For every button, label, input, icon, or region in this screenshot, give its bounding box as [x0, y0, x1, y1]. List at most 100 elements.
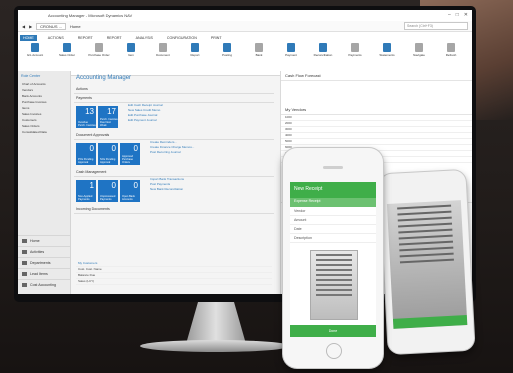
link[interactable]: Post Recurring Journal [150, 150, 194, 155]
section-cash[interactable]: Cash Management [74, 168, 274, 177]
table-row[interactable]: Sales (LCY) [76, 279, 272, 285]
tile-invoices-due[interactable]: 17 Purch. Invoices Due Next Week [98, 106, 118, 128]
field-date[interactable]: Date [290, 225, 376, 234]
ribbon-button[interactable]: G/L Account [24, 43, 46, 73]
link[interactable]: Edit Payment Journal [128, 118, 163, 123]
window-titlebar: Accounting Manager - Microsoft Dynamics … [18, 10, 472, 21]
ribbon-button[interactable]: Bank [248, 43, 270, 73]
phone-screen: New Receipt Expense Receipt Vendor Amoun… [290, 182, 376, 337]
document-icon [159, 43, 167, 52]
field-description[interactable]: Description [290, 234, 376, 243]
tile-overdue-invoices[interactable]: 13 Overdue Purch. Invoices [76, 106, 96, 128]
document-icon [255, 43, 263, 52]
phone-front: New Receipt Expense Receipt Vendor Amoun… [283, 148, 383, 368]
nav-lead-items[interactable]: Lead Items [18, 268, 70, 279]
home-crumb[interactable]: Home [70, 24, 81, 29]
field-vendor[interactable]: Vendor [290, 207, 376, 216]
company-selector[interactable]: CRONUS ... [36, 22, 66, 30]
receipt-image[interactable] [310, 250, 358, 320]
departments-icon [22, 261, 27, 265]
document-icon [383, 43, 391, 52]
ribbon-button[interactable]: Payment [280, 43, 302, 73]
tile-pos-pending[interactable]: 0 POs Pending Approval [76, 143, 96, 165]
phone-back [379, 169, 475, 355]
ribbon-button[interactable]: Posting [216, 43, 238, 73]
customers-table: My Customers Cust. Cust. Name Balance Du… [76, 261, 272, 285]
ribbon-button[interactable]: Document [152, 43, 174, 73]
phone-subheader: Expense Receipt [290, 198, 376, 207]
panel-title[interactable]: Cash Flow Forecast [281, 71, 472, 81]
tile-unprocessed[interactable]: 0 Unprocessed Payments [98, 180, 118, 202]
close-icon[interactable]: ✕ [464, 12, 468, 18]
tab-analysis[interactable]: ANALYSIS [133, 35, 156, 41]
monitor-base [140, 340, 290, 352]
nav-home[interactable]: Home [18, 235, 70, 246]
document-icon [127, 43, 135, 52]
panel-title[interactable]: My Vendors [281, 105, 472, 115]
sidebar: Role Center Chart of Accounts Vendors Ba… [18, 71, 71, 294]
phone-header: New Receipt [290, 182, 376, 198]
tab-report-2[interactable]: REPORT [104, 35, 125, 41]
section-approvals[interactable]: Document Approvals [74, 131, 274, 140]
home-icon [22, 239, 27, 243]
section-incoming[interactable]: Incoming Documents [74, 205, 274, 214]
ribbon-button[interactable]: Navigate [408, 43, 430, 73]
tab-print[interactable]: PRINT [208, 35, 225, 41]
cost-icon [22, 283, 27, 287]
address-bar: ◀ ▶ CRONUS ... Home Search (Ctrl+F3) [18, 21, 472, 32]
document-icon [351, 43, 359, 52]
camera-bar[interactable] [392, 314, 468, 329]
done-button[interactable]: Done [290, 325, 376, 337]
document-icon [319, 43, 327, 52]
sidebar-header[interactable]: Role Center [18, 71, 70, 81]
payments-tiles: 13 Overdue Purch. Invoices 17 Purch. Invoi… [74, 103, 120, 131]
tab-home[interactable]: HOME [20, 35, 37, 41]
receipt-form: Vendor Amount Date Description [290, 207, 376, 243]
section-payments[interactable]: Payments [74, 94, 274, 103]
receipt-photo [386, 200, 468, 329]
tile-open-bank[interactable]: 0 Open Bank Accounts [120, 180, 140, 202]
cash-tiles: 1 Non-Applied Payments 0 Unprocessed Payme… [74, 177, 142, 205]
ribbon-button[interactable]: Reconciliation [312, 43, 334, 73]
tab-actions[interactable]: ACTIONS [45, 35, 67, 41]
cash-links: Import Bank Transactions Post Payments N… [142, 177, 184, 192]
ribbon-button[interactable]: Refresh [440, 43, 462, 73]
nav-cost-accounting[interactable]: Cost Accounting [18, 279, 70, 290]
tab-configuration[interactable]: CONFIGURATION [164, 35, 200, 41]
approval-tiles: 0 POs Pending Approval 0 SOs Pending Appro… [74, 140, 142, 168]
ribbon-tabs: HOME ACTIONS REPORT REPORT ANALYSIS CONF… [18, 32, 472, 41]
maximize-icon[interactable]: □ [456, 12, 459, 18]
forward-icon[interactable]: ▶ [29, 24, 32, 29]
page-title: Accounting Manager [76, 75, 132, 81]
document-icon [191, 43, 199, 52]
tab-report[interactable]: REPORT [75, 35, 96, 41]
nav-departments[interactable]: Departments [18, 257, 70, 268]
ribbon-button[interactable]: Statements [376, 43, 398, 73]
document-icon [63, 43, 71, 52]
ribbon-button[interactable]: Item [120, 43, 142, 73]
sidebar-nav: Home Activities Departments Lead Items C… [18, 235, 70, 290]
ribbon-button[interactable]: Purchase Order [88, 43, 110, 73]
link[interactable]: New Bank Reconciliation [150, 187, 184, 192]
tile-approved-pos[interactable]: 0 Approved Purchase Orders [120, 143, 140, 165]
approval-links: Create Reminders... Create Finance Charg… [142, 140, 194, 155]
sidebar-item[interactable]: Consolidated Data [18, 129, 70, 135]
main-content: Accounting Manager Actions Payments 13 Ov… [74, 71, 274, 294]
navigate-icon [415, 43, 423, 52]
window-title: Accounting Manager - Microsoft Dynamics … [48, 13, 133, 18]
nav-activities[interactable]: Activities [18, 246, 70, 257]
tile-sos-pending[interactable]: 0 SOs Pending Approval [98, 143, 118, 165]
ribbon-button[interactable]: Report [184, 43, 206, 73]
search-input[interactable]: Search (Ctrl+F3) [404, 22, 468, 30]
minimize-icon[interactable]: – [448, 12, 451, 18]
items-icon [22, 272, 27, 276]
back-icon[interactable]: ◀ [22, 24, 25, 29]
ribbon-button[interactable]: Sales Order [56, 43, 78, 73]
section-actions[interactable]: Actions [74, 85, 274, 94]
ribbon-button[interactable]: Payments [344, 43, 366, 73]
payment-links: Edit Cash Receipt Journal New Sales Cred… [120, 103, 163, 123]
field-amount[interactable]: Amount [290, 216, 376, 225]
tile-non-applied[interactable]: 1 Non-Applied Payments [76, 180, 96, 202]
home-button[interactable] [326, 343, 342, 359]
document-icon [223, 43, 231, 52]
